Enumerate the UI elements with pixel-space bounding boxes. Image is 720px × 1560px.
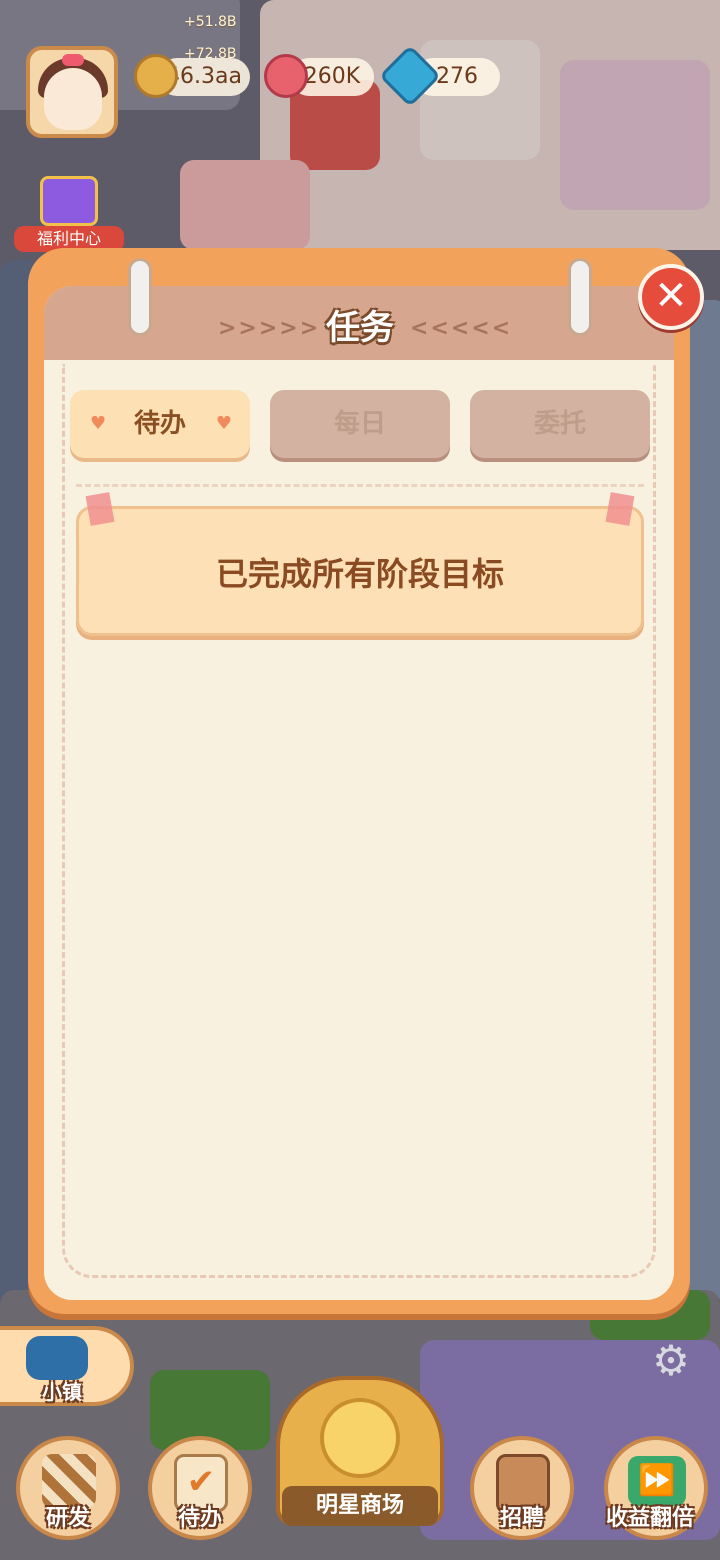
player-avatar[interactable]	[26, 46, 118, 138]
rose-icon	[264, 54, 308, 98]
close-icon: ✕	[654, 273, 688, 319]
welfare-center-button[interactable]: 福利中心	[14, 176, 124, 252]
diamond-value: 276	[436, 64, 478, 89]
recruit-label: 招聘	[499, 1506, 544, 1531]
tape-decoration	[605, 492, 635, 526]
tab-label: 待办	[133, 409, 186, 439]
acorn-icon	[134, 54, 178, 98]
task-status-text: 已完成所有阶段目标	[215, 555, 504, 593]
mall-icon	[320, 1398, 400, 1478]
scooter-icon	[26, 1336, 88, 1380]
tape-decoration	[85, 492, 115, 526]
tab-commission[interactable]: 委托	[470, 390, 650, 458]
fast-forward-icon: ⏩	[628, 1456, 686, 1506]
paper-dashed-border	[62, 364, 656, 1278]
heart-icon: ♥	[215, 413, 232, 434]
tab-todo[interactable]: ♥ 待办 ♥	[70, 390, 250, 458]
town-label: 小镇	[42, 1380, 82, 1404]
settings-gear-icon[interactable]: ⚙	[648, 1338, 694, 1384]
tab-label: 每日	[333, 409, 386, 439]
divider	[76, 484, 644, 487]
title-deco-right: <<<<<	[410, 316, 513, 341]
star-mall-label: 明星商场	[282, 1486, 438, 1526]
income-float-text: +51.8B	[184, 14, 237, 30]
rose-value: 260K	[303, 64, 361, 89]
research-label: 研发	[45, 1506, 90, 1531]
tab-daily[interactable]: 每日	[270, 390, 450, 458]
todo-label: 待办	[177, 1506, 222, 1531]
gift-icon	[40, 176, 98, 226]
tab-label: 委托	[533, 409, 586, 439]
modal-title: 任务	[326, 308, 394, 348]
heart-icon: ♥	[90, 413, 107, 434]
double-income-label: 收益翻倍	[605, 1506, 694, 1531]
task-status-card: 已完成所有阶段目标	[76, 506, 644, 636]
close-button[interactable]: ✕	[638, 264, 704, 330]
